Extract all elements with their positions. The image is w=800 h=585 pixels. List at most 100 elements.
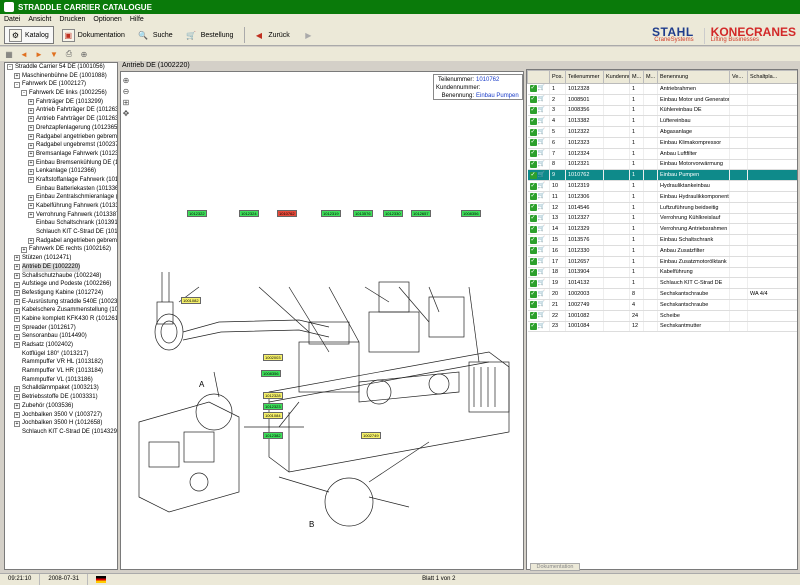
expand-icon[interactable]: +: [14, 394, 20, 401]
expand-icon[interactable]: +: [14, 324, 20, 331]
zoom-out-icon[interactable]: ⊖: [122, 87, 130, 96]
add-to-cart-icon[interactable]: 🛒: [538, 85, 545, 92]
select-check-icon[interactable]: ✓: [529, 139, 537, 147]
tree-item[interactable]: Kotflügel 180° (1013217): [5, 350, 117, 359]
expand-icon[interactable]: +: [14, 298, 20, 305]
column-header[interactable]: Schaltpla...: [747, 70, 797, 84]
tree-item[interactable]: + Fahrträger DE (1013299): [5, 98, 117, 107]
add-to-cart-icon[interactable]: 🛒: [538, 183, 545, 190]
add-to-cart-icon[interactable]: 🛒: [538, 129, 545, 136]
select-check-icon[interactable]: ✓: [529, 247, 537, 255]
column-header[interactable]: [527, 70, 550, 84]
select-check-icon[interactable]: ✓: [529, 312, 537, 320]
tree-item[interactable]: + Antrieb DE (1002220): [5, 262, 117, 272]
select-check-icon[interactable]: ✓: [529, 96, 537, 104]
tree-item[interactable]: + Schalldämmpaket (1003213): [5, 384, 117, 393]
part-tag[interactable]: 1010762: [277, 210, 297, 217]
select-check-icon[interactable]: ✓: [529, 322, 537, 330]
expand-icon[interactable]: +: [28, 159, 34, 166]
tree-item[interactable]: + Jochbalken 3500 V (1003727): [5, 411, 117, 420]
expand-icon[interactable]: +: [14, 73, 20, 80]
part-tag[interactable]: 1001082: [181, 297, 201, 304]
table-row[interactable]: ✓ 🛒 16 1012330 1 Anbau Zusatzfilter: [527, 245, 797, 257]
part-tag[interactable]: 1012330: [383, 210, 403, 217]
select-check-icon[interactable]: ✓: [529, 290, 537, 298]
tree-item[interactable]: + Radsatz (1002402): [5, 341, 117, 350]
tree-item[interactable]: + Stützen (1012471): [5, 254, 117, 263]
expand-icon[interactable]: +: [14, 385, 20, 392]
add-to-cart-icon[interactable]: 🛒: [538, 280, 545, 287]
zuruck-button[interactable]: ◀ Zurück: [248, 26, 293, 44]
table-row[interactable]: ✓ 🛒 12 1014546 1 Luftzuführung beidseitig: [527, 202, 797, 214]
add-to-cart-icon[interactable]: 🛒: [538, 204, 545, 211]
select-check-icon[interactable]: ✓: [529, 268, 537, 276]
tree-item[interactable]: + Betriebsstoffe DE (1003331): [5, 393, 117, 402]
part-tag[interactable]: 1012323: [263, 403, 283, 410]
part-tag[interactable]: 1012328: [263, 392, 283, 399]
dokumentation-tab[interactable]: Dokumentation: [530, 563, 580, 571]
expand-icon[interactable]: +: [28, 151, 34, 158]
part-tag[interactable]: 1001084: [263, 412, 283, 419]
tree-item[interactable]: Rammpuffer VR HL (1013182): [5, 358, 117, 367]
menu-datei[interactable]: Datei: [0, 16, 24, 23]
drawing-panel[interactable]: ⊕ ⊖ ⊞ ✥ Teilenummer: 1010762 Kundennummer…: [120, 71, 524, 570]
table-row[interactable]: ✓ 🛒 1 1012328 1 Antriebrahmen: [527, 83, 797, 95]
table-row[interactable]: ✓ 🛒 3 1008356 1 Kühlereinbau DE: [527, 105, 797, 117]
table-row[interactable]: ✓ 🛒 23 1001084 12 Sechskantmutter: [527, 321, 797, 333]
tree-item[interactable]: + Befestigung Kabine (1012724): [5, 289, 117, 298]
table-row[interactable]: ✓ 🛒 14 1012329 1 Verrohrung Antriebsrahmen: [527, 223, 797, 236]
column-header[interactable]: Kundennu...: [603, 70, 630, 84]
select-check-icon[interactable]: ✓: [529, 193, 537, 201]
tree-item[interactable]: + Bremsanlage Fahrwerk (1012367: [5, 150, 117, 159]
expand-icon[interactable]: +: [21, 246, 27, 253]
table-row[interactable]: ✓ 🛒 18 1013904 1 Kabelführung: [527, 267, 797, 279]
tree-item[interactable]: Einbau Schaltschrank (1013911): [5, 219, 117, 228]
part-tag[interactable]: 1012657: [411, 210, 431, 217]
menu-hilfe[interactable]: Hilfe: [126, 16, 148, 23]
select-check-icon[interactable]: ✓: [529, 128, 537, 136]
add-to-cart-icon[interactable]: 🛒: [538, 172, 545, 179]
add-to-cart-icon[interactable]: 🛒: [538, 323, 545, 330]
expand-icon[interactable]: +: [28, 99, 34, 106]
tree-item[interactable]: + Zubehör (1003536): [5, 402, 117, 411]
tree-item[interactable]: + Antrieb Fahrträger DE (1012632): [5, 115, 117, 124]
select-check-icon[interactable]: ✓: [529, 106, 537, 114]
tree-item[interactable]: + Radgabel angetrieben gebremst (: [5, 133, 117, 142]
table-row[interactable]: ✓ 🛒 11 1012306 1 Einbau Hydraulikkomponente: [527, 191, 797, 203]
select-check-icon[interactable]: ✓: [529, 204, 537, 212]
expand-icon[interactable]: +: [28, 168, 34, 175]
select-check-icon[interactable]: ✓: [529, 214, 537, 222]
tree-item[interactable]: + Jochbalken 3500 H (1012658): [5, 419, 117, 428]
tree-item[interactable]: Rammpuffer VL HR (1013184): [5, 367, 117, 376]
expand-icon[interactable]: +: [14, 333, 20, 340]
add-to-cart-icon[interactable]: 🛒: [538, 107, 545, 114]
tree-item[interactable]: + Sensoranbau (1014490): [5, 332, 117, 341]
menu-drucken[interactable]: Drucken: [55, 16, 89, 23]
expand-icon[interactable]: +: [28, 133, 34, 140]
tree-item[interactable]: Rammpuffer VL (1013186): [5, 376, 117, 385]
bestellung-button[interactable]: 🛒 Bestellung: [181, 26, 238, 44]
table-row[interactable]: ✓ 🛒 4 1013382 1 Lüftereinbau: [527, 115, 797, 128]
left-arrow-icon[interactable]: ◄: [19, 49, 29, 59]
expand-icon[interactable]: +: [14, 403, 20, 410]
tree-item[interactable]: Schlauch KIT C-Strad DE (1014329): [5, 428, 117, 437]
tree-item[interactable]: + Drehzapfenlagerung (1012365): [5, 124, 117, 133]
table-row[interactable]: ✓ 🛒 13 1012327 1 Verrohrung Kühlkreislauf: [527, 213, 797, 225]
grid-icon[interactable]: ▦: [4, 49, 14, 59]
select-check-icon[interactable]: ✓: [529, 236, 537, 244]
table-row[interactable]: ✓ 🛒 2 1008501 1 Einbau Motor und Generator: [527, 94, 797, 106]
tree-item[interactable]: + Radgabel ungebremst (1002377): [5, 141, 117, 150]
tree-item[interactable]: + Verrohrung Fahrwerk (1013387): [5, 211, 117, 220]
column-header[interactable]: M...: [629, 70, 644, 84]
part-tag[interactable]: 1012319: [321, 210, 341, 217]
table-row[interactable]: ✓ 🛒 15 1013576 1 Einbau Schaltschrank: [527, 234, 797, 246]
down-arrow-icon[interactable]: ▼: [49, 49, 59, 59]
tree-item[interactable]: - Fahrwerk DE links (1002256): [5, 89, 117, 98]
expand-icon[interactable]: +: [14, 281, 20, 288]
expand-icon[interactable]: +: [14, 307, 20, 314]
add-to-cart-icon[interactable]: 🛒: [538, 161, 545, 168]
column-header[interactable]: Pos.: [549, 70, 566, 84]
tree-item[interactable]: Schlauch KIT C-Strad DE (101484: [5, 228, 117, 237]
select-check-icon[interactable]: ✓: [529, 279, 537, 287]
tree-item[interactable]: - Fahrwerk DE (1002127): [5, 80, 117, 89]
